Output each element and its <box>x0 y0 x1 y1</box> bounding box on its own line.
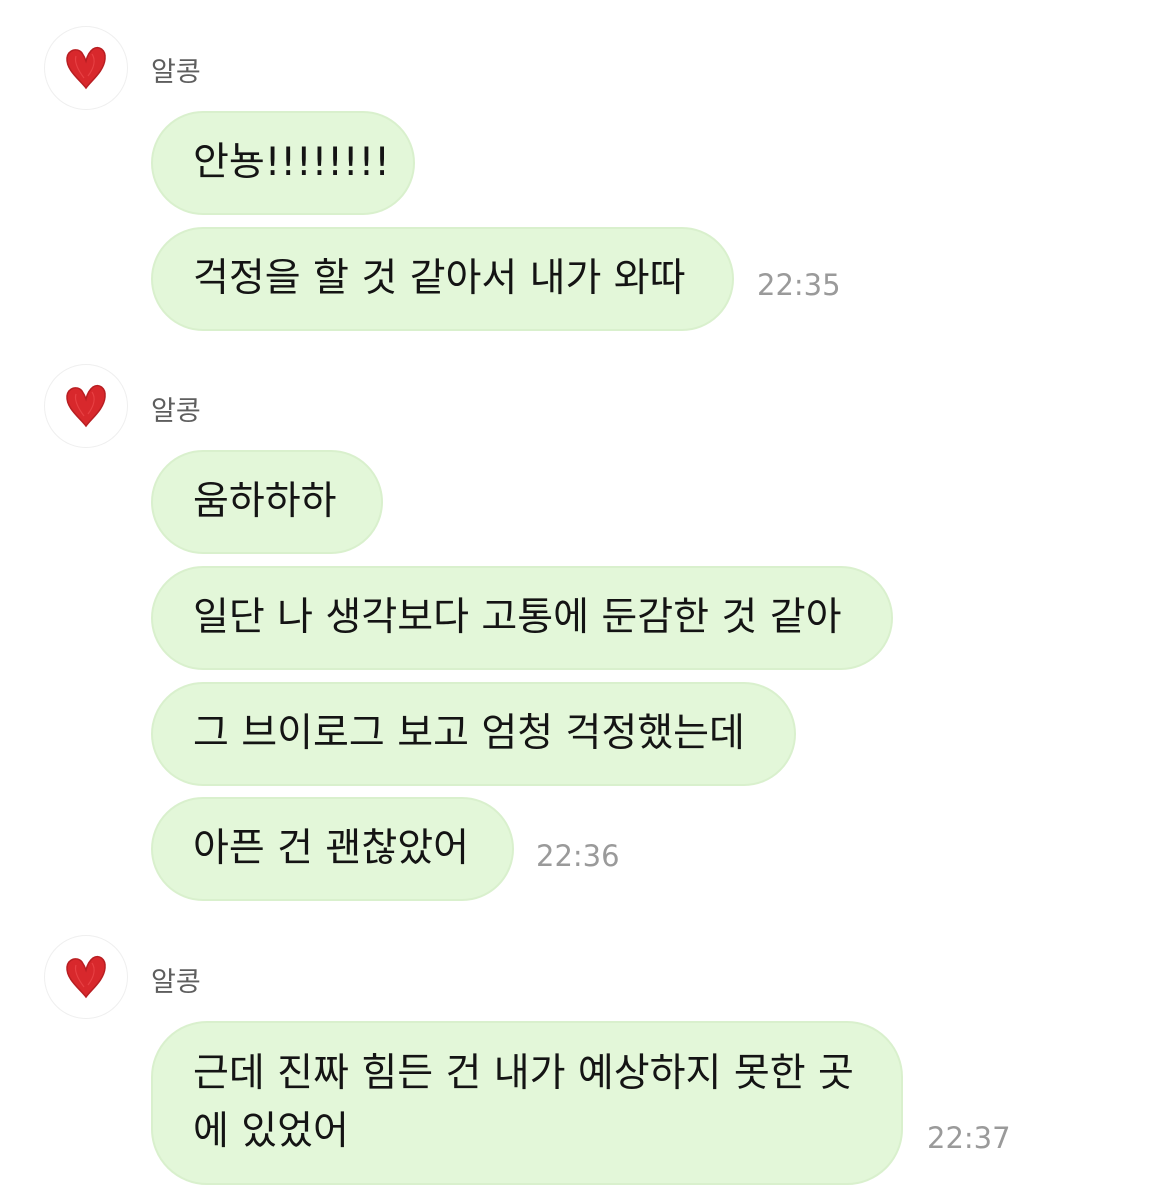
avatar[interactable] <box>44 26 128 110</box>
message-bubble[interactable]: 그 브이로그 보고 엄청 걱정했는데 <box>151 682 796 786</box>
red-heart-icon <box>66 384 106 428</box>
message-bubble[interactable]: 아픈 건 괜찮았어 <box>151 797 514 901</box>
sender-name: 알콩 <box>151 967 201 998</box>
message-bubble[interactable]: 일단 나 생각보다 고통에 둔감한 것 같아 <box>151 566 893 670</box>
sender-name: 알콩 <box>151 396 201 427</box>
message-timestamp: 22:37 <box>927 1121 1011 1155</box>
avatar[interactable] <box>44 935 128 1019</box>
message-bubble[interactable]: 움하하하 <box>151 450 383 554</box>
avatar[interactable] <box>44 364 128 448</box>
message-bubble[interactable]: 안뇽!!!!!!!! <box>151 111 415 215</box>
message-timestamp: 22:36 <box>536 839 620 873</box>
message-timestamp: 22:35 <box>757 268 841 302</box>
red-heart-icon <box>66 955 106 999</box>
message-bubble[interactable]: 걱정을 할 것 같아서 내가 와따 <box>151 227 734 331</box>
sender-name: 알콩 <box>151 57 201 88</box>
red-heart-icon <box>66 46 106 90</box>
message-bubble[interactable]: 근데 진짜 힘든 건 내가 예상하지 못한 곳 에 있었어 <box>151 1021 903 1185</box>
